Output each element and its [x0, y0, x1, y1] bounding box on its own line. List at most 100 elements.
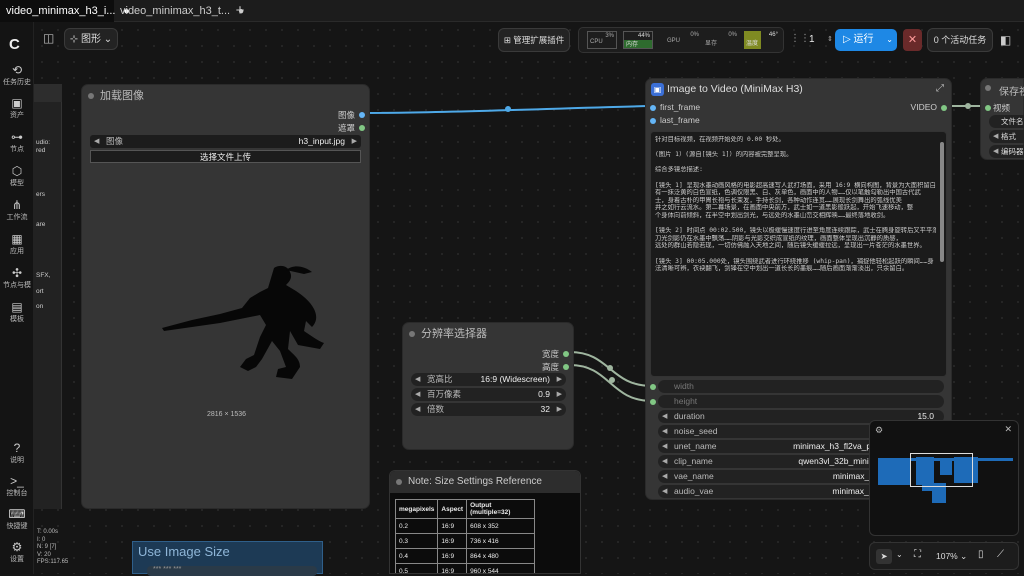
- multiple-widget[interactable]: ◀ 倍数 32 ▶: [411, 403, 566, 416]
- minimap-settings-icon[interactable]: ⚙: [875, 425, 883, 436]
- expand-panel-icon[interactable]: ◧: [1000, 33, 1011, 47]
- graph-icon: ⊹: [69, 34, 79, 45]
- sidebar-item-node-library[interactable]: ✣ 节点与模: [0, 267, 34, 290]
- filename-widget[interactable]: 文件名: [989, 115, 1024, 128]
- node-title-bar[interactable]: Note: Size Settings Reference: [390, 471, 580, 493]
- sidebar-item-models[interactable]: ⬡ 模型: [0, 165, 34, 188]
- cancel-button[interactable]: ✕: [903, 29, 922, 51]
- sidebar-item-label: 快捷键: [6, 523, 28, 530]
- image-select-widget[interactable]: ◀ 图像 h3_input.jpg ▶: [90, 135, 361, 148]
- load-image-node[interactable]: 加载图像 图像 遮罩 ◀ 图像 h3_input.jpg ▶ 选择文件上传 28…: [81, 84, 370, 509]
- node-title: Note: Size Settings Reference: [408, 476, 542, 487]
- history-icon: ⟲: [11, 63, 23, 77]
- input-socket-width[interactable]: [650, 384, 656, 390]
- sidebar-item-shortcuts[interactable]: ⌨ 快捷键: [0, 508, 34, 531]
- image-preview: [162, 265, 324, 379]
- prompt-textarea[interactable]: 针对目标视频，在视频开始处的 0.00 秒处。 (图片 1）(源自[镜头 1]）的…: [650, 131, 947, 377]
- link-visibility-icon[interactable]: ⟋: [997, 549, 1004, 560]
- sidebar-item-help[interactable]: ? 说明: [0, 442, 34, 465]
- output-socket-height[interactable]: [563, 364, 569, 370]
- codec-widget[interactable]: ◀ 编码器: [989, 145, 1024, 158]
- node-title: 加载图像: [100, 90, 144, 102]
- input-socket-video[interactable]: [985, 105, 991, 111]
- width-input-widget[interactable]: width: [658, 380, 944, 393]
- output-label-height: 高度: [541, 362, 559, 372]
- input-socket-last-frame[interactable]: [650, 118, 656, 124]
- run-count-stepper[interactable]: 1 ⇕: [803, 30, 833, 50]
- minimap[interactable]: ⚙ ✕: [869, 420, 1019, 536]
- sidebar-item-history[interactable]: ⟲ 任务历史: [0, 64, 34, 87]
- render-stats: T: 0.00s I: 0 N: 9 [7] V: 20 FPS:117.65: [37, 529, 69, 565]
- sidebar-item-assets[interactable]: ▣ 资产: [0, 97, 34, 120]
- node-collapse-dot[interactable]: [985, 85, 991, 91]
- fit-view-icon[interactable]: ⛶: [914, 549, 921, 560]
- sidebar-item-settings[interactable]: ⚙ 设置: [0, 541, 34, 564]
- map-icon[interactable]: ▯: [978, 549, 984, 560]
- group-title: Use Image Size: [138, 544, 230, 559]
- format-widget[interactable]: ◀ 格式: [989, 130, 1024, 143]
- manage-extensions-button[interactable]: ⊞ 管理扩展插件: [498, 28, 570, 52]
- arrow-left-icon: ◀: [415, 376, 421, 383]
- arrow-right-icon: ▶: [556, 391, 562, 398]
- megapixels-widget[interactable]: ◀ 百万像素 0.9 ▶: [411, 388, 566, 401]
- tab-workflow-2[interactable]: video_minimax_h3_t... ●: [114, 0, 244, 22]
- input-label-last-frame: last_frame: [660, 115, 700, 125]
- input-socket-first-frame[interactable]: [650, 105, 656, 111]
- expand-icon[interactable]: ⤢: [936, 83, 944, 94]
- prompt-line: 综合多镜总描述:: [655, 166, 703, 174]
- minimap-viewport[interactable]: [910, 453, 973, 487]
- keyboard-icon: ⌨: [8, 507, 26, 521]
- sidebar-item-label: 节点: [10, 146, 24, 153]
- chevron-down-icon: ⌄: [886, 35, 893, 44]
- offscreen-text: on: [36, 303, 44, 310]
- prompt-line: 针对目标视频，在视频开始处的 0.00 秒处。: [655, 136, 785, 143]
- close-icon[interactable]: ✕: [1004, 424, 1012, 435]
- resolution-selector-node[interactable]: 分辨率选择器 宽度 高度 ◀ 宽高比 16:9 (Widescreen) ▶ ◀ 百万像…: [402, 322, 574, 450]
- sidebar-item-label: 说明: [10, 457, 24, 464]
- sidebar-item-nodes[interactable]: ⊶ 节点: [0, 131, 34, 154]
- run-button[interactable]: ▷ 运行 ⌄: [835, 29, 897, 51]
- node-title-bar[interactable]: 分辨率选择器: [403, 323, 573, 345]
- extension-icon: ⊞: [503, 35, 511, 45]
- pointer-icon[interactable]: ➤: [876, 549, 892, 564]
- prompt-line: (图片 1）(源自[镜头 1]）的内容被完整呈现。: [655, 151, 793, 159]
- offscreen-text: SFX,: [36, 272, 51, 279]
- offscreen-text: ers: [36, 191, 46, 198]
- sidebar-item-workflows[interactable]: ⋔ 工作流: [0, 199, 34, 222]
- input-socket-height[interactable]: [650, 399, 656, 405]
- note-node[interactable]: Note: Size Settings Reference megapixels…: [389, 470, 581, 574]
- height-input-widget[interactable]: height: [658, 395, 944, 408]
- save-video-node[interactable]: 保存视 视频 文件名 ◀格式 ◀编码器: [980, 78, 1024, 160]
- sidebar-item-label: 应用: [10, 248, 24, 255]
- scrollbar[interactable]: [940, 142, 944, 262]
- tab-workflow-1[interactable]: video_minimax_h3_i... ●: [0, 0, 130, 22]
- sidebar-item-label: 工作流: [6, 214, 28, 221]
- use-image-size-group[interactable]: Use Image Size *** *** ***: [132, 541, 323, 576]
- workflow-icon: ⋔: [11, 198, 23, 212]
- output-socket-width[interactable]: [563, 351, 569, 357]
- active-tasks-button[interactable]: 0 个活动任务: [927, 28, 993, 52]
- aspect-ratio-widget[interactable]: ◀ 宽高比 16:9 (Widescreen) ▶: [411, 373, 566, 386]
- table-row: 0.3 16:9 736 x 416: [394, 533, 536, 549]
- cpu-meter: 3% CPU: [587, 31, 617, 49]
- output-socket-image[interactable]: [359, 112, 365, 118]
- resource-monitor: 3% CPU 44% 内存 0% GPU 0% 显存 46° 温度: [578, 27, 784, 53]
- chevron-down-icon[interactable]: ⌄: [896, 550, 903, 559]
- node-title-bar[interactable]: 加载图像: [82, 85, 369, 107]
- chevron-down-icon: ⌄: [103, 34, 113, 45]
- prompt-line: [655, 174, 936, 182]
- panel-toggle-icon[interactable]: ◫: [43, 31, 54, 45]
- sidebar-item-templates[interactable]: ▤ 模板: [0, 301, 34, 324]
- graph-mode-dropdown[interactable]: ⊹ 图形 ⌄: [64, 28, 118, 50]
- sidebar-item-console[interactable]: >_ 控制台: [0, 475, 34, 498]
- sidebar-item-apps[interactable]: ▦ 应用: [0, 233, 34, 256]
- new-tab-button[interactable]: +: [232, 2, 248, 20]
- arrow-left-icon: ◀: [415, 406, 421, 413]
- output-socket-video[interactable]: [941, 105, 947, 111]
- upload-button[interactable]: 选择文件上传: [90, 150, 361, 163]
- zoom-level[interactable]: 107% ⌄: [936, 551, 967, 562]
- output-socket-mask[interactable]: [359, 125, 365, 131]
- help-icon: ?: [13, 441, 21, 455]
- app-logo: C: [9, 36, 20, 53]
- prompt-line: 法清晰可辨，衣袂翻飞，剑锋在空中划出一道长长的墨痕……随后画面渐渐淡出，只余留白…: [655, 265, 909, 273]
